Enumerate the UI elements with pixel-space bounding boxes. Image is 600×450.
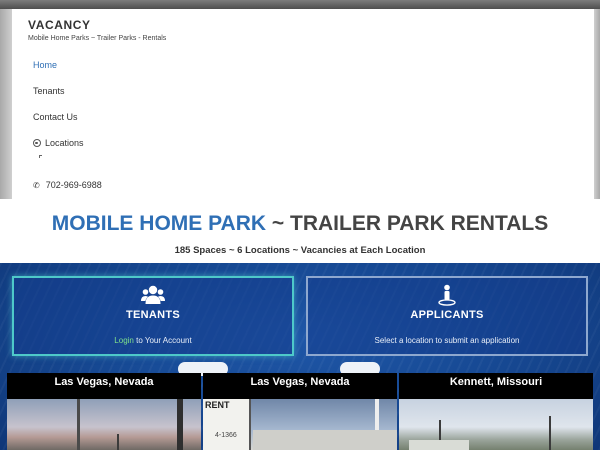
rent-sign: RENT 4-1366 xyxy=(203,399,251,450)
trailer xyxy=(409,440,469,450)
site-header: VACANCY Mobile Home Parks ~ Trailer Park… xyxy=(12,9,594,199)
location-photo: RENT 4-1366 xyxy=(203,399,397,450)
site-title[interactable]: VACANCY xyxy=(28,18,91,32)
login-link[interactable]: Login xyxy=(114,336,134,345)
building xyxy=(253,430,397,450)
sign-text: RENT xyxy=(205,400,230,410)
location-card[interactable]: Las Vegas, Nevada RENT 4-1366 xyxy=(203,373,397,450)
applicants-title: APPLICANTS xyxy=(410,309,484,321)
pole xyxy=(177,399,183,450)
browser-frame-left xyxy=(0,9,12,199)
site-tagline: Mobile Home Parks ~ Trailer Parks - Rent… xyxy=(28,35,167,42)
submenu-indicator-icon[interactable] xyxy=(39,155,42,158)
location-name: Kennett, Missouri xyxy=(449,376,543,388)
applicants-box[interactable]: APPLICANTS Select a location to submit a… xyxy=(306,276,588,356)
tenants-title: TENANTS xyxy=(125,309,181,321)
tree xyxy=(549,416,551,450)
nav-locations-label: Locations xyxy=(45,138,84,148)
feature-section: TENANTS Login to Your Account APPLICANTS… xyxy=(0,263,600,450)
location-card[interactable]: Las Vegas, Nevada xyxy=(7,373,201,450)
browser-frame-top xyxy=(0,0,600,9)
tree xyxy=(117,434,119,450)
users-icon xyxy=(14,284,292,308)
location-name: Las Vegas, Nevada xyxy=(54,376,154,388)
hero-subtitle: 185 Spaces ~ 6 Locations ~ Vacancies at … xyxy=(174,245,426,256)
sign-number: 4-1366 xyxy=(215,432,237,439)
person-pin-icon xyxy=(308,284,586,308)
location-photo xyxy=(399,399,593,450)
nav-tenants[interactable]: Tenants xyxy=(33,86,65,96)
location-photo xyxy=(7,399,201,450)
location-name: Las Vegas, Nevada xyxy=(250,376,350,388)
hero-title: MOBILE HOME PARK ~ TRAILER PARK RENTALS xyxy=(0,212,600,236)
hero-title-rest: ~ TRAILER PARK RENTALS xyxy=(266,212,549,235)
nav-locations[interactable]: Locations xyxy=(33,138,84,148)
nav-contact-us[interactable]: Contact Us xyxy=(33,112,78,122)
phone-icon: ✆ xyxy=(33,180,40,190)
nav-home[interactable]: Home xyxy=(33,60,57,70)
applicants-text: Select a location to submit an applicati… xyxy=(374,336,520,345)
phone-number: 702-969-6988 xyxy=(45,180,102,190)
tenants-box[interactable]: TENANTS Login to Your Account xyxy=(12,276,294,356)
nav-phone[interactable]: ✆ 702-969-6988 xyxy=(33,180,102,190)
globe-icon xyxy=(33,139,41,147)
location-card[interactable]: Kennett, Missouri xyxy=(399,373,593,450)
pole xyxy=(77,399,80,450)
hero-title-accent: MOBILE HOME PARK xyxy=(51,212,267,235)
tenants-text-rest: to Your Account xyxy=(133,336,192,345)
hero-banner: MOBILE HOME PARK ~ TRAILER PARK RENTALS … xyxy=(0,199,600,263)
browser-frame-right xyxy=(594,9,600,199)
tenants-text: Login to Your Account xyxy=(14,336,292,345)
